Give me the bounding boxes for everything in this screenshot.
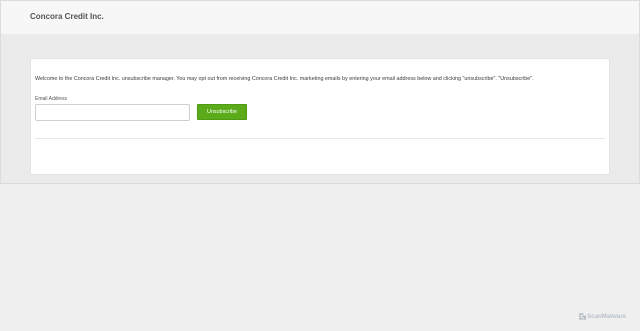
brand-name: Concora Credit Inc. bbox=[30, 12, 104, 21]
divider bbox=[35, 138, 605, 139]
watermark-text: ScanMalware bbox=[587, 313, 627, 320]
watermark: ScanMalware bbox=[578, 312, 634, 322]
header-bar: Concora Credit Inc. bbox=[0, 0, 640, 35]
email-label: Email Address bbox=[35, 96, 67, 102]
unsubscribe-button[interactable]: Unsubscribe bbox=[197, 104, 247, 120]
email-input[interactable] bbox=[35, 104, 190, 121]
unsubscribe-card: Welcome to the Concora Credit Inc. unsub… bbox=[30, 58, 610, 175]
intro-text: Welcome to the Concora Credit Inc. unsub… bbox=[35, 76, 534, 82]
page: Concora Credit Inc. Welcome to the Conco… bbox=[0, 0, 640, 331]
scanmalware-logo-icon bbox=[579, 313, 586, 320]
